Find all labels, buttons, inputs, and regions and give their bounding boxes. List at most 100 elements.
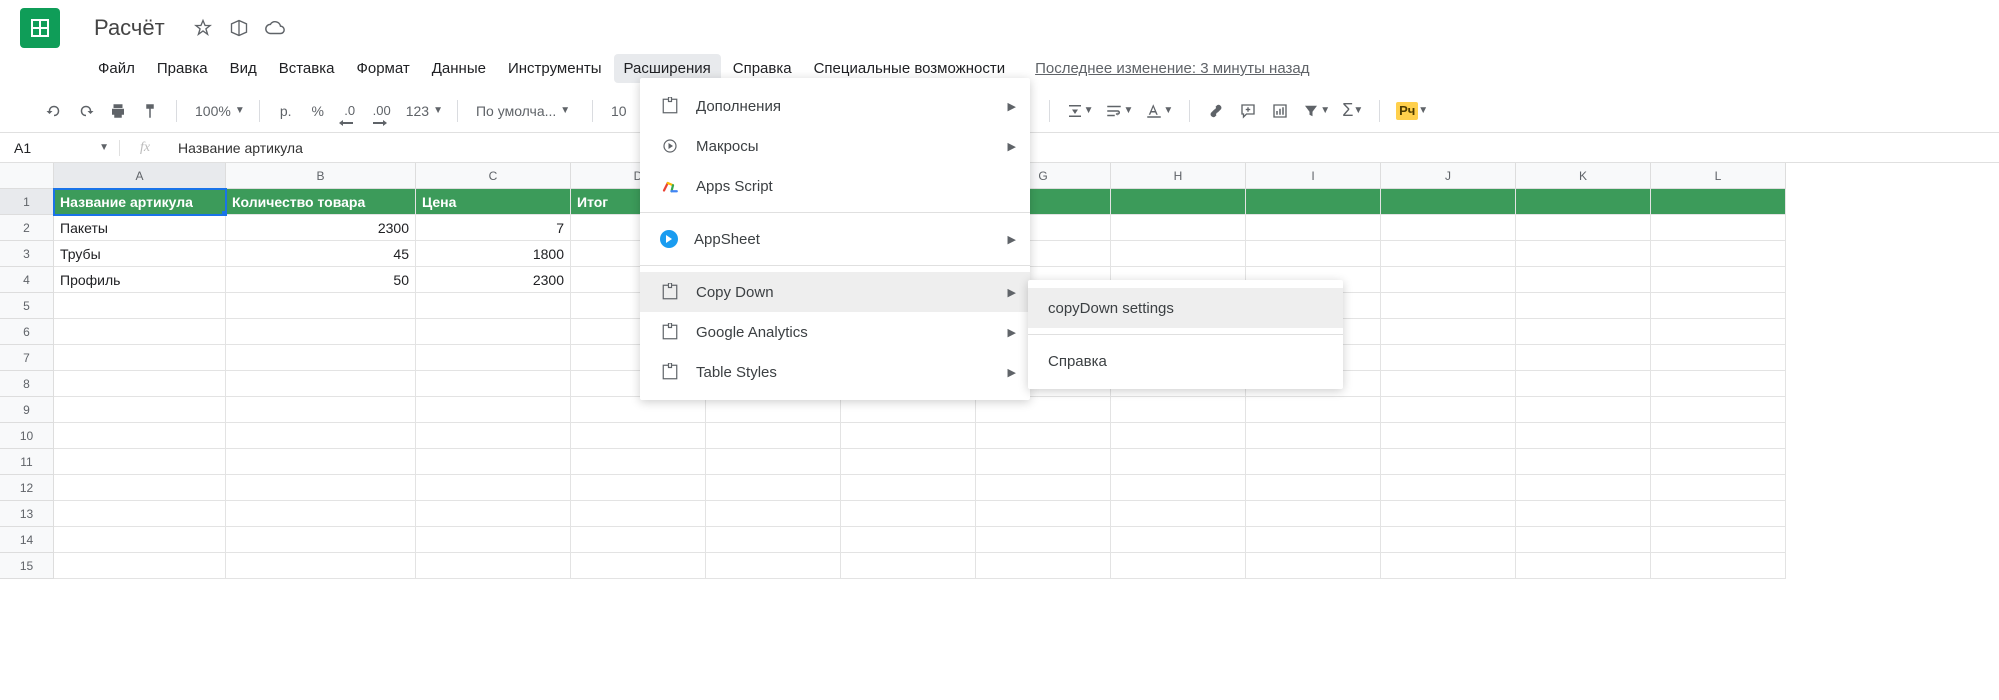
row-header-10[interactable]: 10 xyxy=(0,423,54,449)
cell-A5[interactable] xyxy=(54,293,226,319)
cell-E14[interactable] xyxy=(706,527,841,553)
cell-H11[interactable] xyxy=(1111,449,1246,475)
cell-J14[interactable] xyxy=(1381,527,1516,553)
cell-F11[interactable] xyxy=(841,449,976,475)
menu-item-copy-down[interactable]: Copy Down ▶ xyxy=(640,272,1030,312)
cell-E10[interactable] xyxy=(706,423,841,449)
font-dropdown[interactable]: По умолча...▼ xyxy=(470,103,580,119)
row-header-6[interactable]: 6 xyxy=(0,319,54,345)
row-header-8[interactable]: 8 xyxy=(0,371,54,397)
cell-D13[interactable] xyxy=(571,501,706,527)
functions-icon[interactable]: Σ▼ xyxy=(1338,97,1367,125)
cell-I3[interactable] xyxy=(1246,241,1381,267)
cell-C5[interactable] xyxy=(416,293,571,319)
cell-J3[interactable] xyxy=(1381,241,1516,267)
row-header-9[interactable]: 9 xyxy=(0,397,54,423)
cell-A12[interactable] xyxy=(54,475,226,501)
cell-K15[interactable] xyxy=(1516,553,1651,579)
cell-L15[interactable] xyxy=(1651,553,1786,579)
cell-B7[interactable] xyxy=(226,345,416,371)
cell-G13[interactable] xyxy=(976,501,1111,527)
cell-F15[interactable] xyxy=(841,553,976,579)
cell-K6[interactable] xyxy=(1516,319,1651,345)
menu-item-apps-script[interactable]: Apps Script xyxy=(640,166,1030,206)
submenu-item-help[interactable]: Справка xyxy=(1028,341,1343,381)
cell-J8[interactable] xyxy=(1381,371,1516,397)
cell-H15[interactable] xyxy=(1111,553,1246,579)
row-header-11[interactable]: 11 xyxy=(0,449,54,475)
cell-G9[interactable] xyxy=(976,397,1111,423)
col-header-B[interactable]: B xyxy=(226,163,416,189)
cell-F9[interactable] xyxy=(841,397,976,423)
menu-edit[interactable]: Правка xyxy=(147,54,218,83)
cell-K14[interactable] xyxy=(1516,527,1651,553)
cell-B15[interactable] xyxy=(226,553,416,579)
cell-I9[interactable] xyxy=(1246,397,1381,423)
cell-I2[interactable] xyxy=(1246,215,1381,241)
cell-J6[interactable] xyxy=(1381,319,1516,345)
cell-K9[interactable] xyxy=(1516,397,1651,423)
cell-L6[interactable] xyxy=(1651,319,1786,345)
chart-icon[interactable] xyxy=(1266,97,1294,125)
addon-shortcut[interactable]: Pч▼ xyxy=(1392,97,1432,125)
name-box[interactable]: A1 ▼ xyxy=(0,140,120,156)
cell-H14[interactable] xyxy=(1111,527,1246,553)
cell-C13[interactable] xyxy=(416,501,571,527)
col-header-L[interactable]: L xyxy=(1651,163,1786,189)
cell-C1[interactable]: Цена xyxy=(416,189,571,215)
cell-K4[interactable] xyxy=(1516,267,1651,293)
cell-I12[interactable] xyxy=(1246,475,1381,501)
filter-icon[interactable]: ▼ xyxy=(1298,97,1334,125)
cell-A15[interactable] xyxy=(54,553,226,579)
cell-A4[interactable]: Профиль xyxy=(54,267,226,293)
cell-L9[interactable] xyxy=(1651,397,1786,423)
cell-H3[interactable] xyxy=(1111,241,1246,267)
cell-F10[interactable] xyxy=(841,423,976,449)
cell-J9[interactable] xyxy=(1381,397,1516,423)
menu-item-table-styles[interactable]: Table Styles ▶ xyxy=(640,352,1030,392)
cell-A2[interactable]: Пакеты xyxy=(54,215,226,241)
cell-K3[interactable] xyxy=(1516,241,1651,267)
menu-item-appsheet[interactable]: AppSheet ▶ xyxy=(640,219,1030,259)
cell-J2[interactable] xyxy=(1381,215,1516,241)
cell-A7[interactable] xyxy=(54,345,226,371)
cell-B5[interactable] xyxy=(226,293,416,319)
cell-K7[interactable] xyxy=(1516,345,1651,371)
text-wrap-icon[interactable]: ▼ xyxy=(1101,97,1137,125)
link-icon[interactable] xyxy=(1202,97,1230,125)
cell-H10[interactable] xyxy=(1111,423,1246,449)
menu-file[interactable]: Файл xyxy=(88,54,145,83)
menu-item-google-analytics[interactable]: Google Analytics ▶ xyxy=(640,312,1030,352)
menu-insert[interactable]: Вставка xyxy=(269,54,345,83)
col-header-C[interactable]: C xyxy=(416,163,571,189)
cell-D9[interactable] xyxy=(571,397,706,423)
row-header-5[interactable]: 5 xyxy=(0,293,54,319)
cell-A11[interactable] xyxy=(54,449,226,475)
select-all-corner[interactable] xyxy=(0,163,54,189)
cell-A14[interactable] xyxy=(54,527,226,553)
percent-button[interactable]: % xyxy=(304,97,332,125)
menu-item-addons[interactable]: Дополнения ▶ xyxy=(640,86,1030,126)
cell-B13[interactable] xyxy=(226,501,416,527)
redo-icon[interactable] xyxy=(72,97,100,125)
cell-K13[interactable] xyxy=(1516,501,1651,527)
cell-L10[interactable] xyxy=(1651,423,1786,449)
menu-item-macros[interactable]: Макросы ▶ xyxy=(640,126,1030,166)
cell-I10[interactable] xyxy=(1246,423,1381,449)
cell-J1[interactable] xyxy=(1381,189,1516,215)
cell-B10[interactable] xyxy=(226,423,416,449)
cell-I13[interactable] xyxy=(1246,501,1381,527)
row-header-2[interactable]: 2 xyxy=(0,215,54,241)
cell-C2[interactable]: 7 xyxy=(416,215,571,241)
menu-view[interactable]: Вид xyxy=(220,54,267,83)
cell-E11[interactable] xyxy=(706,449,841,475)
cell-L11[interactable] xyxy=(1651,449,1786,475)
document-title[interactable]: Расчёт xyxy=(88,13,171,43)
cell-L1[interactable] xyxy=(1651,189,1786,215)
cell-H1[interactable] xyxy=(1111,189,1246,215)
cell-B6[interactable] xyxy=(226,319,416,345)
menu-format[interactable]: Формат xyxy=(346,54,419,83)
sheets-logo[interactable] xyxy=(20,8,60,48)
cell-L12[interactable] xyxy=(1651,475,1786,501)
cell-H13[interactable] xyxy=(1111,501,1246,527)
